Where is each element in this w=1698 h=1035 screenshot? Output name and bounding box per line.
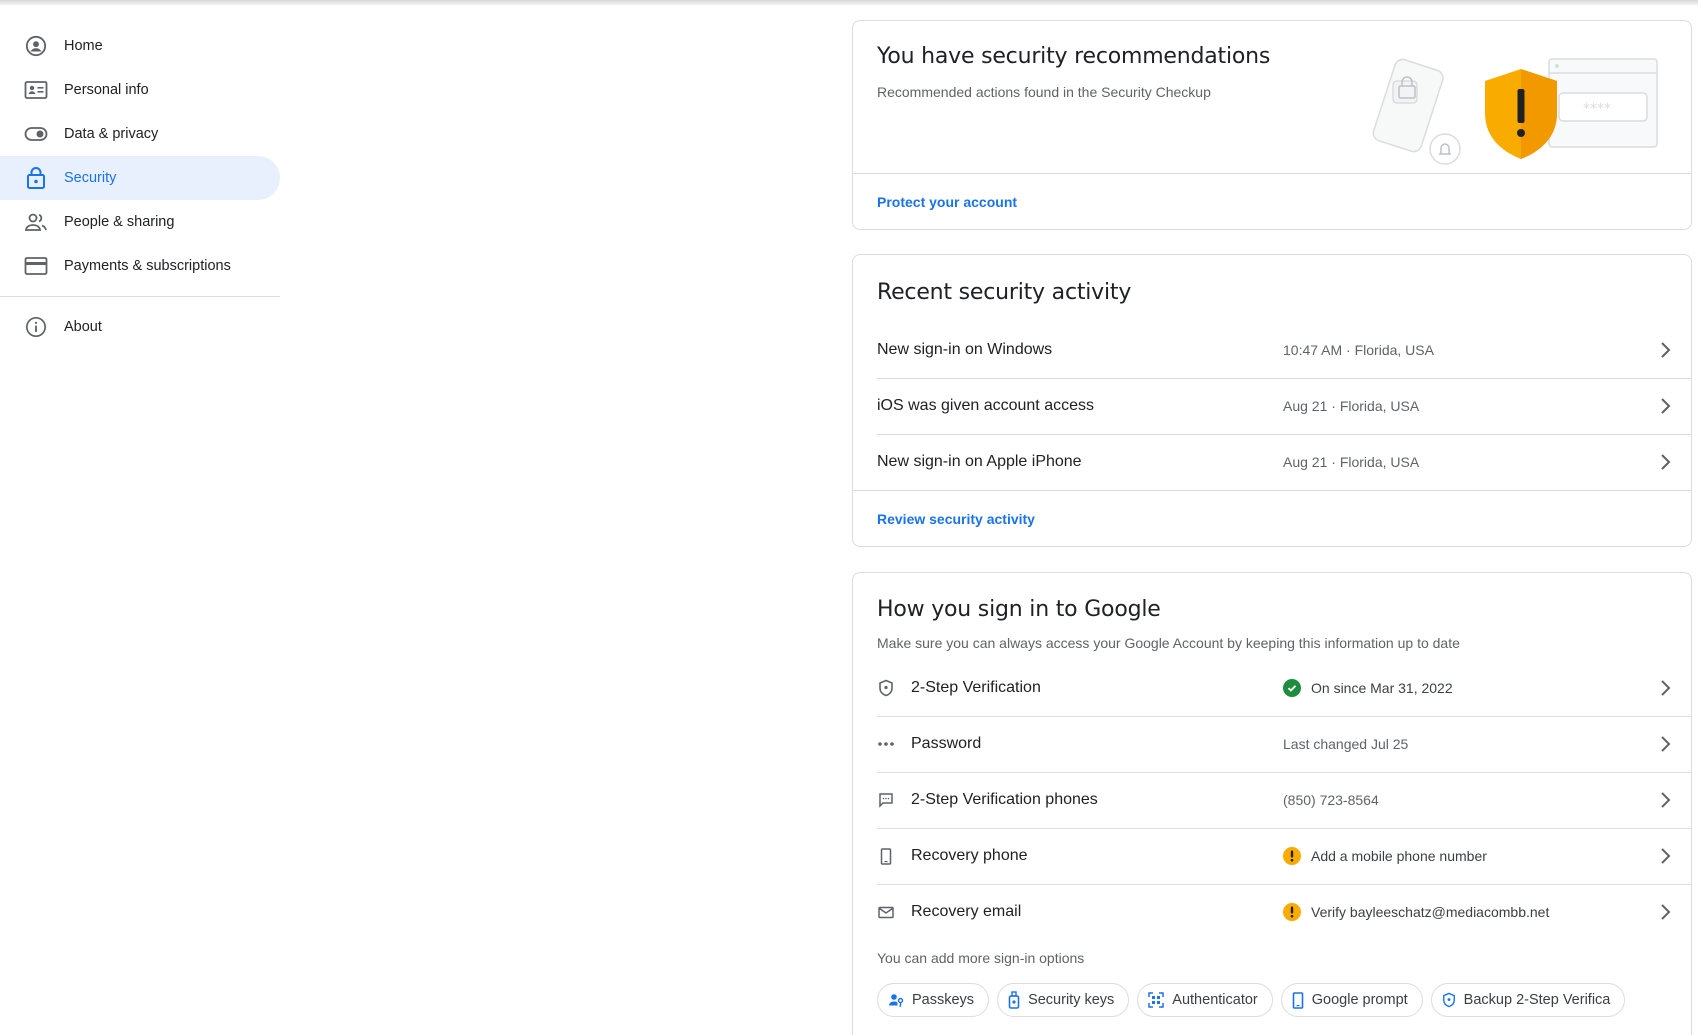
chips-scroll-fade [1629,983,1669,1019]
warning-icon [1283,903,1301,921]
activity-label: iOS was given account access [877,397,1094,414]
sidebar-nav: Home Personal info Data & privacy Securi… [0,24,280,349]
signin-value: On since Mar 31, 2022 [1283,679,1453,697]
shield-icon [877,679,895,697]
sidebar-item-label: About [64,319,102,335]
browser-top-edge [0,0,1698,5]
activity-value: Aug 21 · Florida, USA [1283,398,1420,414]
sidebar-divider [0,296,280,297]
phone-prompt-icon [1292,991,1304,1009]
signin-value-text: Add a mobile phone number [1311,848,1487,864]
signin-row-password[interactable]: Password Last changed Jul 25 [877,716,1691,772]
sidebar-item-people-sharing[interactable]: People & sharing [0,200,280,244]
sidebar-item-about[interactable]: About [0,305,280,349]
sidebar-item-label: Security [64,170,117,186]
lock-icon [24,166,48,190]
chevron-right-icon [1659,791,1671,809]
chevron-right-icon [1659,903,1671,921]
card-subtitle: Recommended actions found in the Securit… [877,84,1211,100]
chevron-right-icon [1659,679,1671,697]
sidebar-item-personal-info[interactable]: Personal info [0,68,280,112]
signin-options-chips: Passkeys Security keys Authenticator Goo… [877,983,1669,1019]
chevron-right-icon [1659,735,1671,753]
review-security-activity-link[interactable]: Review security activity [877,511,1035,527]
chip-security-keys[interactable]: Security keys [997,983,1130,1017]
info-icon [24,315,48,339]
signin-value-text: On since Mar 31, 2022 [1311,680,1453,696]
activity-row[interactable]: New sign-in on Apple iPhone Aug 21 · Flo… [877,434,1691,490]
signin-value-text: Verify bayleeschatz@mediacombb.net [1311,904,1550,920]
signin-value: Last changed Jul 25 [1283,736,1409,752]
signin-label: Recovery phone [911,847,1028,864]
protect-account-link[interactable]: Protect your account [877,194,1017,210]
id-card-icon [24,78,48,102]
people-icon [24,210,48,234]
signin-value: Add a mobile phone number [1283,847,1487,865]
illustration-password-mask: **** [1583,101,1611,117]
chip-label: Backup 2-Step Verifica [1463,992,1611,1008]
chevron-right-icon [1659,397,1671,415]
activity-row[interactable]: iOS was given account access Aug 21 · Fl… [877,378,1691,434]
sidebar-item-label: People & sharing [64,214,175,230]
activity-row[interactable]: New sign-in on Windows 10:47 AM · Florid… [877,322,1691,378]
card-divider [853,490,1691,491]
signin-label: 2-Step Verification phones [911,791,1098,808]
signin-label: Recovery email [911,903,1022,920]
activity-value: 10:47 AM · Florida, USA [1283,342,1434,358]
card-title: You have security recommendations [877,44,1271,69]
shield-icon [1442,992,1456,1008]
credit-card-icon [24,254,48,278]
message-icon [877,792,895,808]
sidebar-item-label: Personal info [64,82,149,98]
check-circle-icon [1283,679,1301,697]
chevron-right-icon [1659,847,1671,865]
signin-row-2-step-verification[interactable]: 2-Step Verification On since Mar 31, 202… [877,660,1691,716]
card-title: How you sign in to Google [877,597,1161,622]
sidebar-item-label: Data & privacy [64,126,159,142]
chevron-right-icon [1659,341,1671,359]
card-title: Recent security activity [877,280,1132,305]
signin-label: 2-Step Verification [911,679,1041,696]
activity-label: New sign-in on Windows [877,341,1053,358]
toggle-icon [24,122,48,146]
sidebar-item-label: Home [64,38,103,54]
account-circle-icon [24,34,48,58]
card-divider [853,173,1691,174]
activity-value: Aug 21 · Florida, USA [1283,454,1420,470]
sidebar-item-payments-subscriptions[interactable]: Payments & subscriptions [0,244,280,288]
chevron-right-icon [1659,453,1671,471]
chip-passkeys[interactable]: Passkeys [877,983,990,1017]
signin-label: Password [911,735,982,752]
chip-label: Security keys [1028,992,1115,1008]
how-you-sign-in-card: How you sign in to Google Make sure you … [852,572,1692,1035]
password-dots-icon [877,741,895,747]
qr-scan-icon [1148,992,1165,1008]
chip-backup-codes[interactable]: Backup 2-Step Verifica [1430,983,1626,1017]
recent-security-activity-card: Recent security activity New sign-in on … [852,254,1692,547]
signin-value: Verify bayleeschatz@mediacombb.net [1283,903,1549,921]
sidebar-item-label: Payments & subscriptions [64,258,231,274]
security-recommendations-card: You have security recommendations Recomm… [852,20,1692,230]
activity-label: New sign-in on Apple iPhone [877,453,1082,470]
phone-icon [877,847,895,865]
signin-row-recovery-email[interactable]: Recovery email Verify bayleeschatz@media… [877,884,1691,940]
more-signin-options-text: You can add more sign-in options [877,950,1085,966]
warning-icon [1283,847,1301,865]
signin-value: (850) 723-8564 [1283,792,1379,808]
card-subtitle: Make sure you can always access your Goo… [877,635,1460,651]
security-key-icon [1008,991,1020,1009]
chip-label: Authenticator [1172,992,1258,1008]
chip-label: Passkeys [912,992,975,1008]
passkey-icon [888,993,904,1007]
chip-google-prompt[interactable]: Google prompt [1280,983,1423,1017]
security-illustration: **** [1361,51,1661,181]
chip-authenticator[interactable]: Authenticator [1137,983,1273,1017]
sidebar-item-security[interactable]: Security [0,156,280,200]
signin-row-recovery-phone[interactable]: Recovery phone Add a mobile phone number [877,828,1691,884]
signin-row-2-step-phones[interactable]: 2-Step Verification phones (850) 723-856… [877,772,1691,828]
sidebar-item-home[interactable]: Home [0,24,280,68]
chip-label: Google prompt [1311,992,1408,1008]
mail-icon [877,906,895,919]
sidebar-item-data-privacy[interactable]: Data & privacy [0,112,280,156]
